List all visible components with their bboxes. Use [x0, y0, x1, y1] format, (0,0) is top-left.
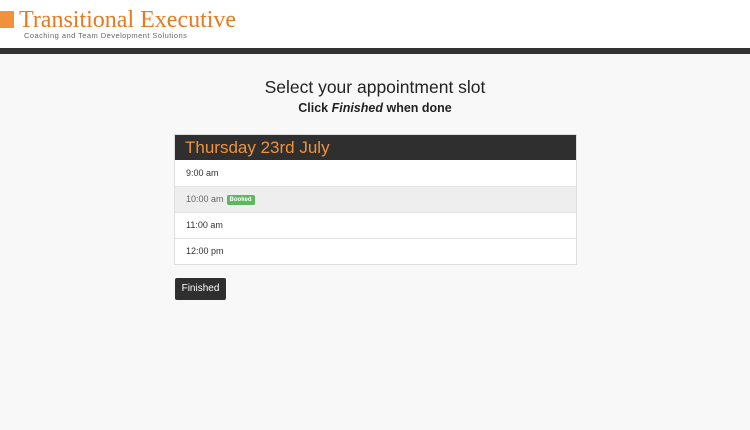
- slot-time: 10:00 am: [186, 194, 224, 204]
- appointment-panel: Thursday 23rd July 9:00 am 10:00 am Book…: [174, 134, 577, 265]
- subtitle-prefix: Click: [298, 101, 329, 115]
- time-slot: 10:00 am Booked: [175, 186, 576, 212]
- header-divider: [0, 48, 750, 54]
- slot-time: 12:00 pm: [186, 246, 224, 256]
- slot-time: 11:00 am: [186, 220, 223, 230]
- logo-tagline: Coaching and Team Development Solutions: [24, 31, 188, 40]
- booked-badge: Booked: [226, 194, 255, 205]
- slot-time: 9:00 am: [186, 167, 219, 178]
- subtitle-emphasis: Finished: [331, 101, 383, 115]
- subtitle-suffix: when done: [386, 101, 452, 115]
- logo-square-icon: [0, 11, 14, 28]
- page-title: Select your appointment slot: [264, 77, 486, 97]
- time-slot[interactable]: 9:00 am: [175, 160, 576, 186]
- site-header: Transitional Executive Coaching and Team…: [0, 0, 750, 48]
- time-slot[interactable]: 12:00 pm: [175, 238, 576, 264]
- finished-button[interactable]: Finished: [175, 278, 226, 300]
- page-subtitle: Click Finished when done: [0, 100, 750, 116]
- logo-title[interactable]: Transitional Executive: [19, 6, 236, 34]
- time-slot[interactable]: 11:00 am: [175, 212, 576, 238]
- day-heading: Thursday 23rd July: [175, 135, 576, 160]
